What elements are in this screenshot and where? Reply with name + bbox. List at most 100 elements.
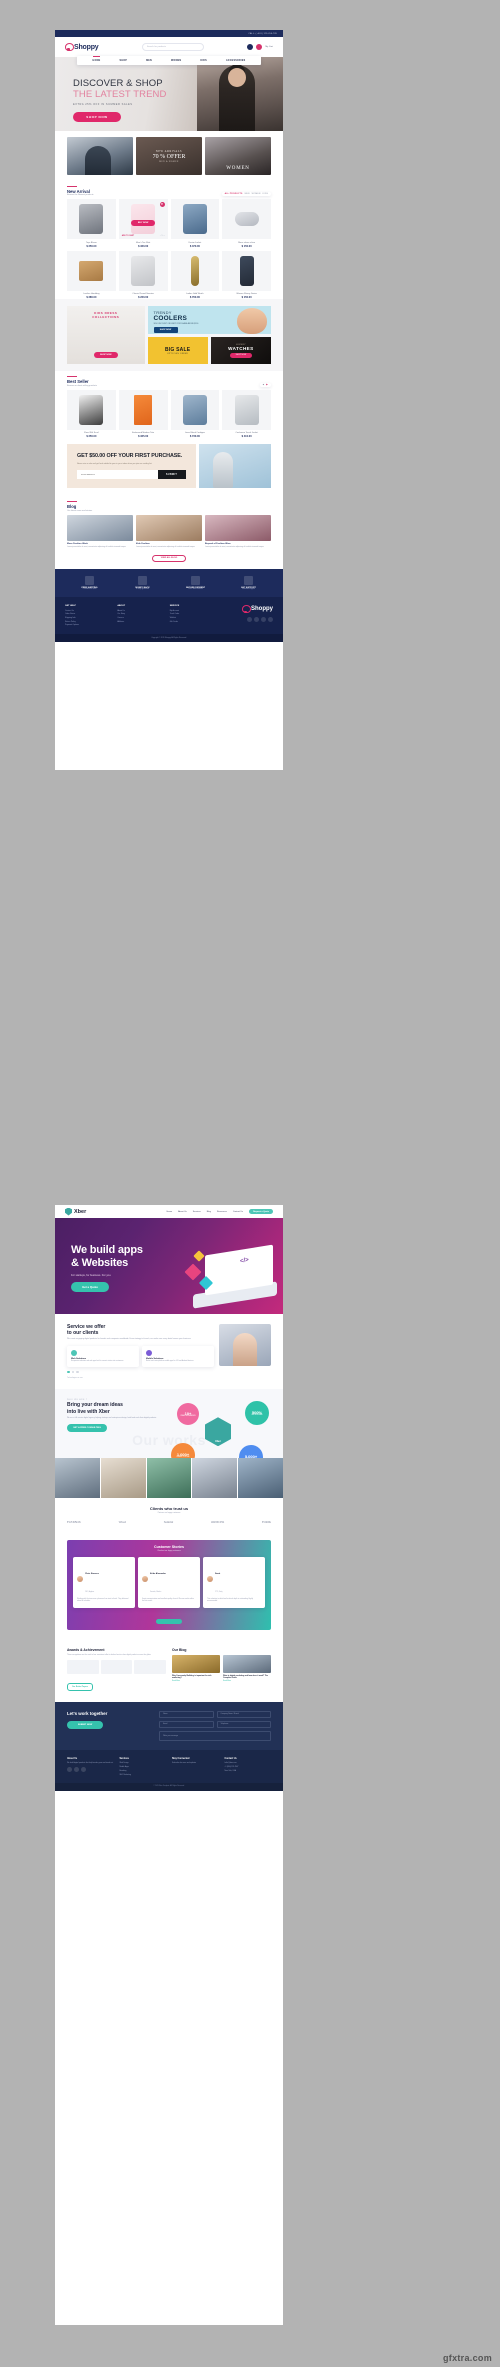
product-card[interactable]: Embossed Modern Tote $ 325.00 (118, 389, 168, 438)
facebook-icon[interactable] (247, 617, 252, 623)
work-thumbnail[interactable] (192, 1458, 238, 1499)
next-arrow-icon[interactable]: ▶ (266, 384, 268, 386)
product-card[interactable]: Linen Blend Cardigan $ 730.00 (170, 389, 220, 438)
telephone-field[interactable]: Telephone (216, 1720, 271, 1728)
carousel-dot[interactable] (71, 1370, 74, 1374)
prev-arrow-icon[interactable]: ◀ (263, 384, 265, 386)
footer-link[interactable]: Contact Us (65, 610, 111, 612)
xber-logo[interactable]: Xber (65, 1207, 86, 1216)
read-more-link[interactable]: Read More (223, 1681, 271, 1682)
watches-shop-now-button[interactable]: SHOP NOW (229, 352, 252, 358)
twitter-icon[interactable] (254, 617, 259, 623)
footer-link[interactable]: Shipping Info (65, 617, 111, 619)
tab-men[interactable]: MEN (245, 193, 250, 195)
free-consulting-button[interactable]: GET A FREE CONSULTING (67, 1424, 107, 1433)
nav-item-home[interactable]: HOME (92, 55, 101, 62)
quantity-stepper[interactable]: -1 + (160, 235, 165, 237)
footer-link[interactable]: SEO Marketing (120, 1774, 167, 1776)
nav-item-men[interactable]: MEN (146, 60, 152, 62)
story-card[interactable]: Scott CTO, Finity Their attention to det… (203, 1557, 265, 1608)
service-card[interactable]: Mobile Solutions Native and cross-platfo… (142, 1345, 214, 1367)
product-card[interactable]: Mens shoes shine $ 150.00 (222, 199, 271, 248)
blog-card[interactable]: Beyond of Fashion Wear Lorem ipsum dolor… (205, 514, 271, 549)
product-card[interactable]: Floral Silk Scarf $ 250.00 (67, 389, 116, 438)
coolers-shop-now-button[interactable]: SHOP NOW (153, 327, 178, 334)
add-to-cart-button[interactable]: ADD TO CART (122, 235, 134, 237)
logo[interactable]: Shoppy (65, 43, 99, 51)
product-card[interactable]: Ladies Gold Watch $ 760.00 (170, 250, 220, 299)
company-field[interactable]: Company Name / Brand (216, 1710, 271, 1718)
promo-women[interactable]: WOMEN (205, 137, 271, 175)
blog-card[interactable]: Kids Fashion Lorem ipsum dolor sit amet,… (136, 514, 202, 549)
footer-link[interactable]: Web Design (120, 1762, 167, 1764)
xnav-item-home[interactable]: Home (167, 1211, 173, 1213)
footer-link[interactable]: Careers (117, 617, 163, 619)
luxury-watches-banner[interactable]: LUXURY WATCHES SHOP NOW (210, 337, 272, 365)
nav-item-accessories[interactable]: ACCESSORIES (226, 60, 245, 62)
kids-dress-banner[interactable]: KIDS DRESS COLLECTIONS SHOP NOW (67, 306, 145, 365)
email-field[interactable] (77, 470, 158, 480)
footer-logo[interactable]: Shoppy (242, 605, 273, 614)
footer-link[interactable]: Mobile Apps (120, 1766, 167, 1768)
nav-item-women[interactable]: WOMEN (171, 60, 181, 62)
footer-link[interactable]: Return Policy (65, 621, 111, 623)
footer-link[interactable]: Gift Cards (170, 621, 216, 623)
submit-button[interactable]: SUBMIT (157, 470, 186, 480)
footer-link[interactable]: Order Status (65, 613, 111, 615)
footer-link[interactable]: Affiliates (117, 621, 163, 623)
nav-item-kids[interactable]: KIDS (200, 60, 207, 62)
view-all-blog-button[interactable]: VIEW ALL BLOG (152, 554, 186, 562)
work-thumbnail[interactable] (55, 1458, 100, 1499)
wishlist-heart-icon[interactable]: ❤ (159, 202, 165, 208)
message-field[interactable]: Write your message (159, 1730, 271, 1741)
youtube-icon[interactable] (268, 617, 273, 623)
product-card[interactable]: ❤ BUY NOW ADD TO CART -1 + Men's Tee Shir… (118, 199, 168, 248)
kids-shop-now-button[interactable]: SHOP NOW (93, 352, 118, 359)
work-thumbnail[interactable] (100, 1458, 146, 1499)
footer-link[interactable]: My Account (170, 610, 216, 612)
entire-papers-button[interactable]: Our Entire Papers (67, 1683, 94, 1691)
footer-link[interactable]: Track Order (170, 613, 216, 615)
product-card[interactable]: Leather Handbag $ 280.00 (67, 250, 116, 299)
product-card[interactable]: Cashmere Touch Jacket $ 410.00 (222, 389, 271, 438)
xnav-item-services[interactable]: Services (193, 1211, 201, 1213)
story-card[interactable]: Chris Stevens CEO, Appbox Working with t… (73, 1557, 135, 1608)
promo-mens-fashion[interactable] (67, 137, 133, 175)
read-more-link[interactable]: Read More (172, 1681, 220, 1682)
work-thumbnail[interactable] (238, 1458, 283, 1499)
product-card[interactable]: Denim Jacket $ 370.00 (170, 199, 220, 248)
submit-now-button[interactable]: SUBMIT NOW (67, 1720, 103, 1729)
email-field[interactable]: Email (159, 1720, 214, 1728)
footer-link[interactable]: Our Story (117, 613, 163, 615)
instagram-icon[interactable] (261, 617, 266, 623)
linkedin-icon[interactable] (81, 1766, 86, 1772)
footer-link[interactable]: Payment Options (65, 624, 111, 626)
xnav-item-about[interactable]: About Us (178, 1211, 187, 1213)
cart-icon[interactable] (256, 44, 263, 50)
tab-all-products[interactable]: ALL PRODUCTS (225, 193, 243, 195)
xnav-item-contact[interactable]: Contact Us (233, 1211, 243, 1213)
facebook-icon[interactable] (67, 1766, 72, 1772)
footer-link[interactable]: Wishlist (170, 617, 216, 619)
product-card[interactable]: Classic Round Sweater $ 220.00 (118, 250, 168, 299)
product-card[interactable]: Tops Blazer $ 250.00 (67, 199, 116, 248)
footer-link[interactable]: About Us (117, 610, 163, 612)
xnav-item-resources[interactable]: Resources (217, 1211, 227, 1213)
twitter-icon[interactable] (74, 1766, 79, 1772)
xber-blog-card[interactable]: Why Community Building is important for … (172, 1654, 220, 1682)
hero-shop-now-button[interactable]: SHOP NOW (73, 112, 121, 122)
account-icon[interactable] (247, 44, 254, 50)
work-thumbnail[interactable] (146, 1458, 192, 1499)
stories-pager[interactable] (156, 1618, 182, 1624)
promo-new-arrivals[interactable]: NEW ARRIVALS 70 % OFFER MEN & WOMEN (136, 137, 202, 175)
blog-card[interactable]: Mens Fashion Week Lorem ipsum dolor sit … (67, 514, 133, 549)
nav-item-shop[interactable]: SHOP (120, 60, 128, 62)
xnav-item-blog[interactable]: Blog (207, 1211, 211, 1213)
xber-blog-card[interactable]: What is digital marketing and how does i… (223, 1654, 271, 1682)
buy-now-button[interactable]: BUY NOW (131, 220, 156, 227)
carousel-dot[interactable] (67, 1370, 70, 1374)
story-card[interactable]: Kribe Alexander Founder, Medico Great co… (138, 1557, 200, 1608)
tab-women[interactable]: WOMEN (252, 193, 261, 195)
trendy-coolers-banner[interactable]: TRENDY COOLERS 30% DISCOUNT ON EVERY PUR… (147, 306, 271, 335)
service-card[interactable]: Web Solutions Responsive websites and we… (67, 1345, 139, 1367)
